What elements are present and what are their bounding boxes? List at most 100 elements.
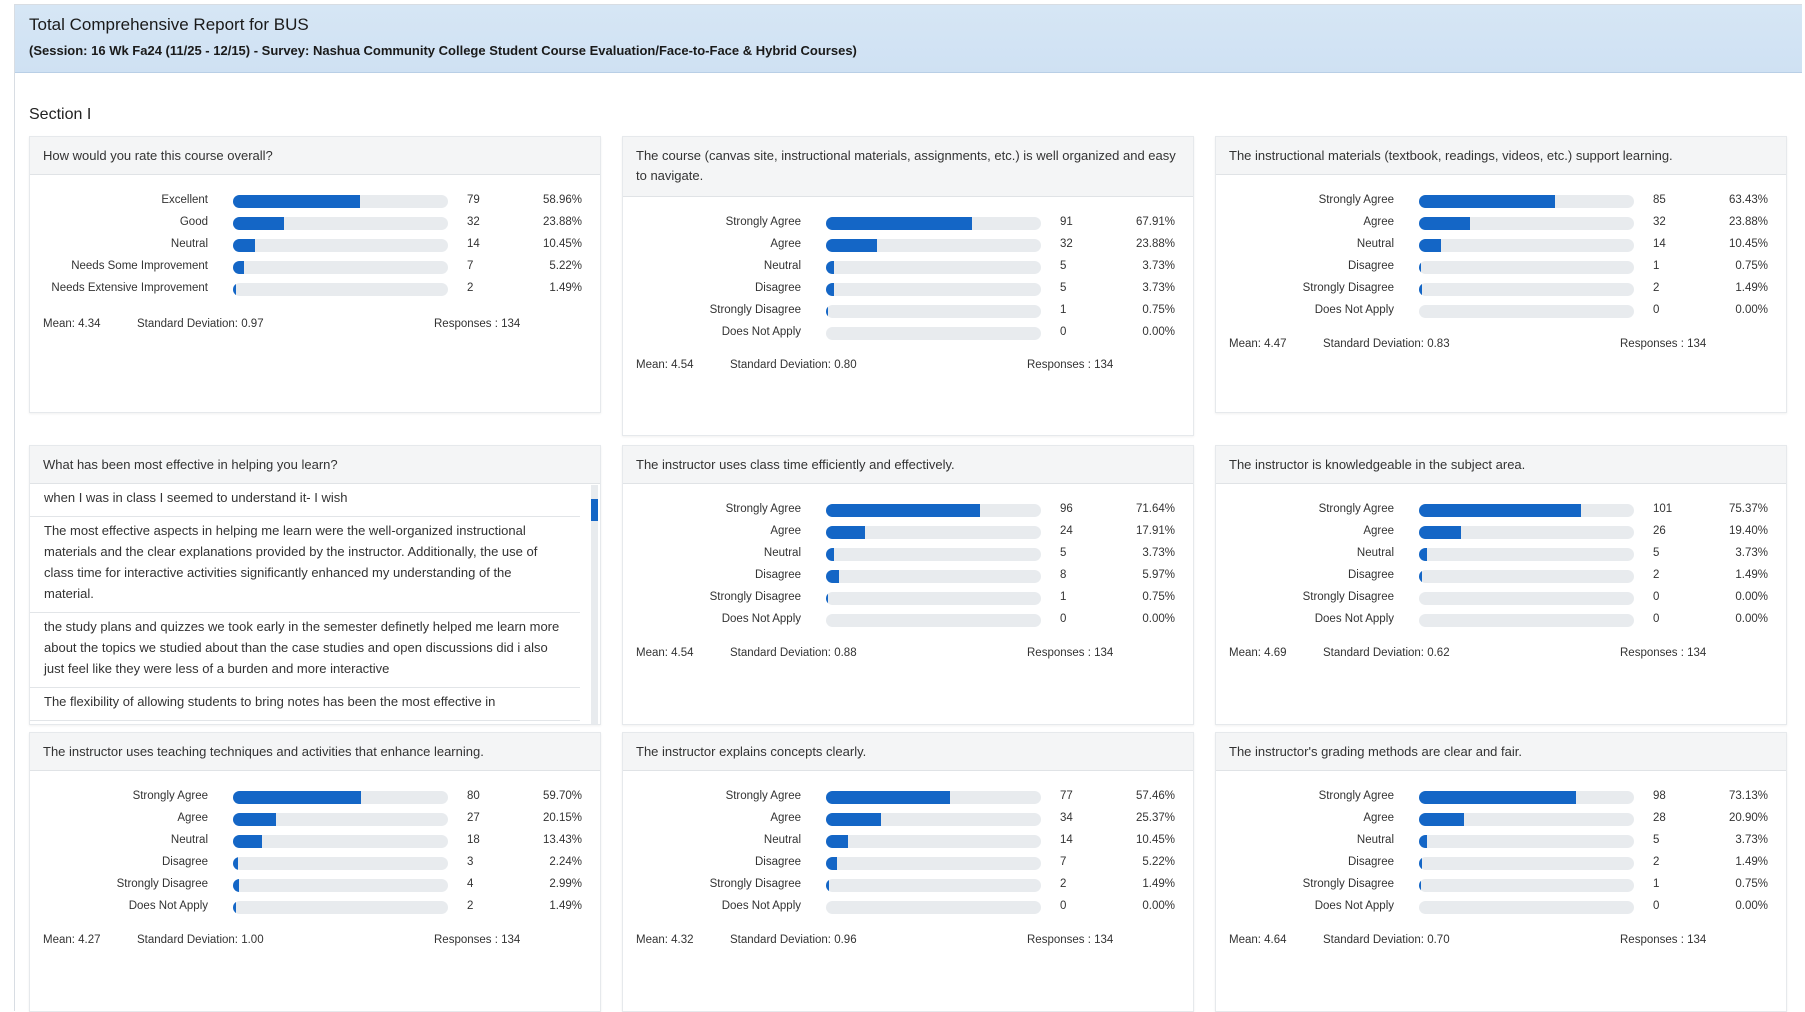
response-label: Strongly Agree xyxy=(132,790,208,802)
response-row: Strongly Disagree 1 0.75% xyxy=(623,589,1193,607)
response-percent: 17.91% xyxy=(1135,525,1175,537)
response-bar-track xyxy=(826,305,1041,318)
response-label: Does Not Apply xyxy=(721,900,801,912)
response-label: Disagree xyxy=(1347,569,1394,581)
response-count: 0 xyxy=(1653,591,1660,603)
response-row: Does Not Apply 0 0.00% xyxy=(1216,611,1786,629)
response-label: Disagree xyxy=(161,856,208,868)
response-row: Agree 27 20.15% xyxy=(30,810,600,828)
response-label: Strongly Disagree xyxy=(709,591,801,603)
response-label: Neutral xyxy=(170,238,208,250)
response-bar-track xyxy=(826,261,1041,274)
response-bar-fill xyxy=(826,879,830,892)
response-total: Responses : 134 xyxy=(1620,934,1707,946)
response-percent: 67.91% xyxy=(1135,216,1175,228)
response-row: Needs Some Improvement 7 5.22% xyxy=(30,258,600,276)
response-bar-fill xyxy=(826,857,838,870)
response-bar-fill xyxy=(826,592,828,605)
response-label: Agree xyxy=(1363,812,1394,824)
response-bar-fill xyxy=(1419,239,1442,252)
response-percent: 58.96% xyxy=(542,194,582,206)
response-bar-track xyxy=(826,283,1041,296)
response-bar-track xyxy=(826,614,1041,627)
response-bar-track xyxy=(826,879,1041,892)
std-deviation: Standard Deviation: 0.96 xyxy=(730,934,857,946)
response-row: Good 32 23.88% xyxy=(30,214,600,232)
response-percent: 0.00% xyxy=(1142,900,1175,912)
response-bar-fill xyxy=(233,261,245,274)
std-deviation: Standard Deviation: 0.62 xyxy=(1323,647,1450,659)
response-label: Neutral xyxy=(1356,834,1394,846)
response-bar-track xyxy=(1419,570,1634,583)
response-bar-fill xyxy=(1419,548,1428,561)
response-row: Neutral 5 3.73% xyxy=(1216,545,1786,563)
response-row: Disagree 3 2.24% xyxy=(30,854,600,872)
response-count: 2 xyxy=(1653,856,1660,868)
comment-item: The flexibility of allowing students to … xyxy=(30,688,580,721)
response-percent: 1.49% xyxy=(1735,856,1768,868)
response-count: 5 xyxy=(1060,547,1067,559)
response-bar-track xyxy=(826,504,1041,517)
response-bar-fill xyxy=(826,548,835,561)
response-bar-fill xyxy=(1419,813,1464,826)
response-percent: 0.00% xyxy=(1735,591,1768,603)
response-total: Responses : 134 xyxy=(1620,338,1707,350)
response-bar-track xyxy=(233,791,448,804)
response-bar-fill xyxy=(1419,283,1423,296)
question-card: The instructor uses teaching techniques … xyxy=(29,732,601,1012)
response-label: Strongly Agree xyxy=(725,790,801,802)
response-count: 101 xyxy=(1653,503,1673,515)
question-title: The course (canvas site, instructional m… xyxy=(623,137,1193,197)
response-label: Strongly Disagree xyxy=(1302,591,1394,603)
response-percent: 23.88% xyxy=(542,216,582,228)
response-percent: 5.22% xyxy=(1142,856,1175,868)
response-row: Neutral 5 3.73% xyxy=(1216,832,1786,850)
response-bar-fill xyxy=(826,504,981,517)
response-bar-track xyxy=(826,813,1041,826)
scrollbar-thumb[interactable] xyxy=(591,499,598,521)
response-count: 14 xyxy=(1653,238,1666,250)
response-percent: 0.75% xyxy=(1735,878,1768,890)
question-title: What has been most effective in helping … xyxy=(30,446,600,484)
question-title: How would you rate this course overall? xyxy=(30,137,600,175)
response-bar-fill xyxy=(233,857,238,870)
response-bar-track xyxy=(1419,857,1634,870)
response-label: Agree xyxy=(770,525,801,537)
response-percent: 25.37% xyxy=(1135,812,1175,824)
response-row: Does Not Apply 0 0.00% xyxy=(623,324,1193,342)
mean-value: Mean: 4.69 xyxy=(1229,647,1287,659)
response-row: Agree 34 25.37% xyxy=(623,810,1193,828)
response-bar-fill xyxy=(826,791,950,804)
summary-stats: Mean: 4.64 Standard Deviation: 0.70 Respon… xyxy=(1229,934,1786,950)
response-bar-fill xyxy=(826,261,835,274)
mean-value: Mean: 4.64 xyxy=(1229,934,1287,946)
question-title: The instructor explains concepts clearly… xyxy=(623,733,1193,771)
response-bar-track xyxy=(1419,879,1634,892)
response-percent: 1.49% xyxy=(1142,878,1175,890)
std-deviation: Standard Deviation: 0.88 xyxy=(730,647,857,659)
response-row: Disagree 2 1.49% xyxy=(1216,854,1786,872)
response-label: Agree xyxy=(770,812,801,824)
response-bar-track xyxy=(233,283,448,296)
response-row: Agree 32 23.88% xyxy=(623,236,1193,254)
response-percent: 73.13% xyxy=(1728,790,1768,802)
response-count: 2 xyxy=(1060,878,1067,890)
response-count: 0 xyxy=(1653,900,1660,912)
response-count: 1 xyxy=(1060,591,1067,603)
response-percent: 3.73% xyxy=(1735,547,1768,559)
response-label: Strongly Disagree xyxy=(709,878,801,890)
response-bar-track xyxy=(826,327,1041,340)
response-bar-fill xyxy=(826,239,878,252)
response-count: 1 xyxy=(1060,304,1067,316)
response-row: Excellent 79 58.96% xyxy=(30,192,600,210)
response-row: Agree 32 23.88% xyxy=(1216,214,1786,232)
comments-list[interactable]: when I was in class I seemed to understa… xyxy=(30,485,590,724)
response-label: Good xyxy=(179,216,208,228)
response-percent: 0.75% xyxy=(1142,304,1175,316)
response-label: Strongly Disagree xyxy=(1302,878,1394,890)
comments-scrollbar[interactable] xyxy=(591,485,598,724)
response-bar-track xyxy=(826,570,1041,583)
comment-item: The most effective aspects in helping me… xyxy=(30,517,580,613)
response-count: 0 xyxy=(1060,613,1067,625)
comment-item: the study plans and quizzes we took earl… xyxy=(30,613,580,688)
